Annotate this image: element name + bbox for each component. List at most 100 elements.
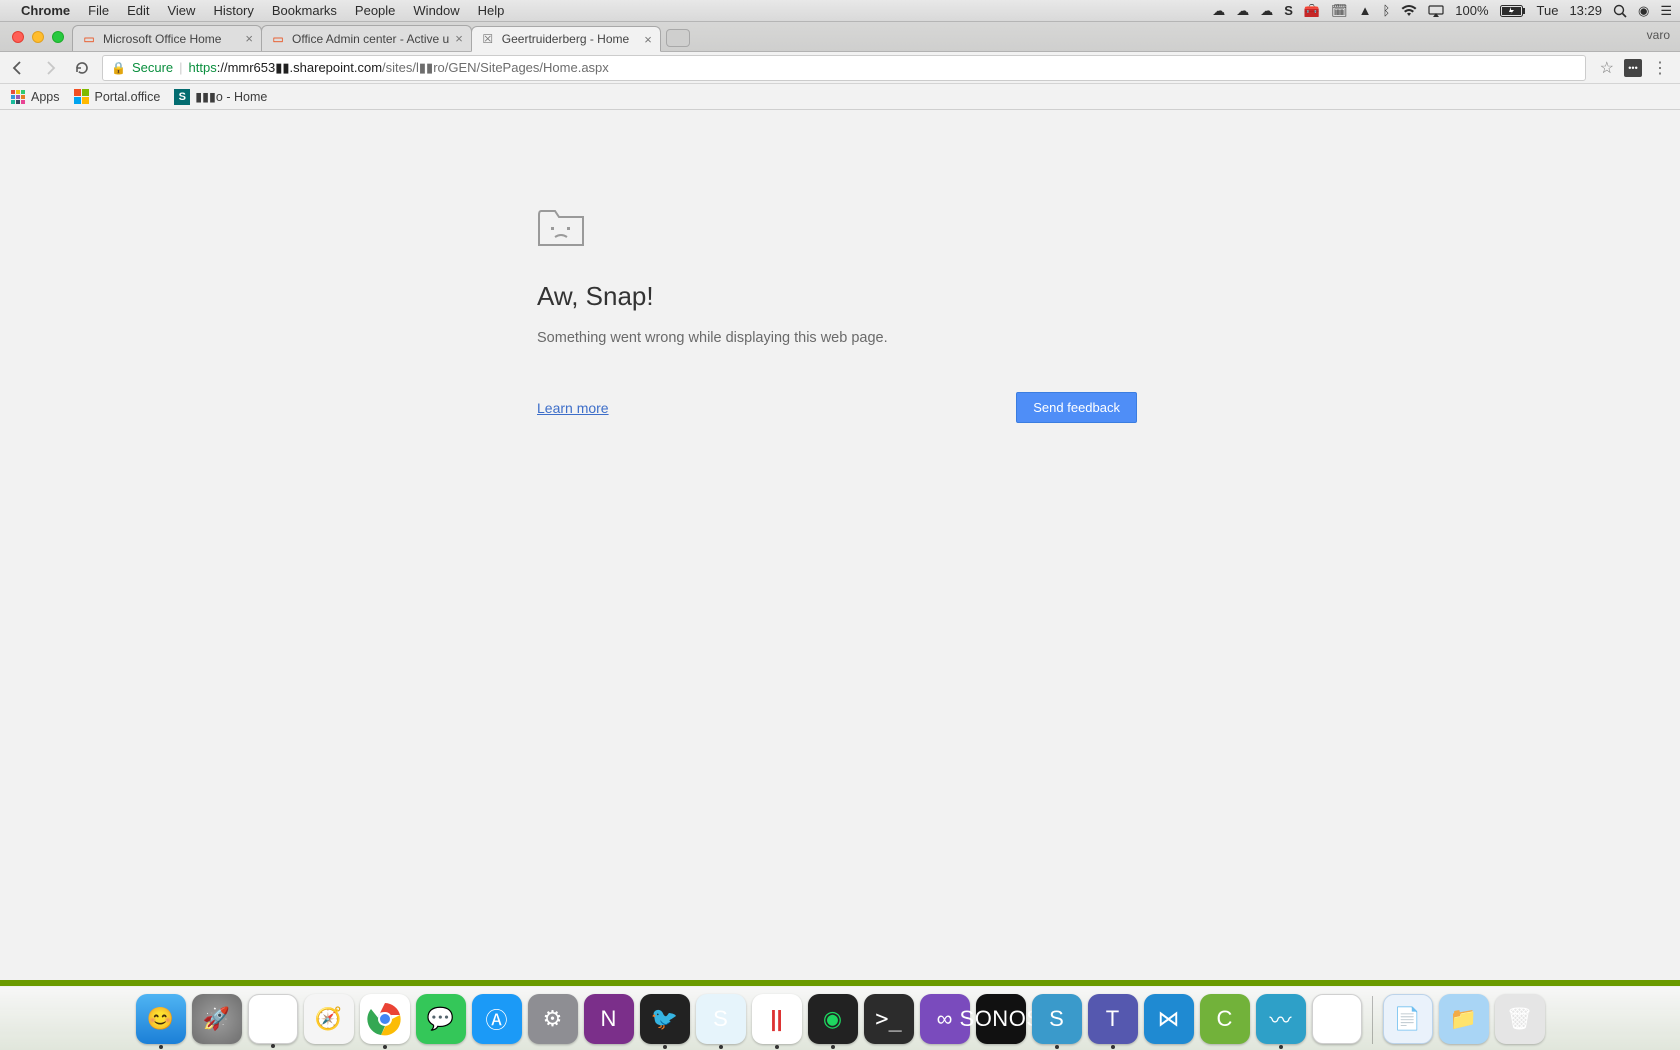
window-close[interactable] bbox=[12, 31, 24, 43]
extension-icon[interactable]: ••• bbox=[1624, 59, 1642, 77]
tab-geertruiderberg[interactable]: ☒ Geertruiderberg - Home × bbox=[471, 26, 661, 52]
chrome-profile-label[interactable]: varo bbox=[1647, 28, 1670, 42]
dock-chrome[interactable] bbox=[360, 994, 410, 1044]
dock-trash[interactable]: 🗑 bbox=[1495, 994, 1545, 1044]
window-minimize[interactable] bbox=[32, 31, 44, 43]
window-controls bbox=[8, 31, 72, 51]
dock-outlook[interactable]: O✉ bbox=[248, 994, 298, 1044]
sad-folder-icon bbox=[537, 205, 585, 245]
tab-close-icon[interactable]: × bbox=[245, 31, 253, 46]
dock-camtasia[interactable]: C bbox=[1200, 994, 1250, 1044]
apps-shortcut[interactable]: Apps bbox=[10, 89, 60, 105]
tab-title: Office Admin center - Active u bbox=[292, 32, 449, 46]
send-feedback-button[interactable]: Send feedback bbox=[1016, 392, 1137, 423]
menu-people[interactable]: People bbox=[346, 3, 404, 18]
wifi-icon[interactable] bbox=[1401, 5, 1417, 17]
menu-help[interactable]: Help bbox=[469, 3, 514, 18]
dock-appstore[interactable]: Ⓐ bbox=[472, 994, 522, 1044]
dock-onenote[interactable]: N bbox=[584, 994, 634, 1044]
status-s-icon[interactable]: S bbox=[1284, 3, 1293, 18]
tab-title: Geertruiderberg - Home bbox=[502, 32, 638, 46]
chrome-menu-icon[interactable]: ⋮ bbox=[1652, 58, 1668, 78]
back-button[interactable] bbox=[6, 56, 30, 80]
bookmarks-bar: Apps Portal.office S ▮▮▮o - Home bbox=[0, 84, 1680, 110]
tab-office-home[interactable]: ▭ Microsoft Office Home × bbox=[72, 25, 262, 51]
address-bar[interactable]: 🔒 Secure | https://mmr653▮▮.sharepoint.c… bbox=[102, 55, 1586, 81]
dock-powerpoint[interactable]: P bbox=[1312, 994, 1362, 1044]
app-menu[interactable]: Chrome bbox=[12, 3, 79, 18]
menubar-clock[interactable]: 13:29 bbox=[1569, 3, 1602, 18]
menu-edit[interactable]: Edit bbox=[118, 3, 158, 18]
menu-file[interactable]: File bbox=[79, 3, 118, 18]
siri-icon[interactable]: ◉ bbox=[1638, 3, 1649, 19]
tab-admin-center[interactable]: ▭ Office Admin center - Active u × bbox=[261, 25, 472, 51]
office-favicon-icon: ▭ bbox=[81, 31, 97, 47]
chrome-toolbar: 🔒 Secure | https://mmr653▮▮.sharepoint.c… bbox=[0, 52, 1680, 84]
learn-more-link[interactable]: Learn more bbox=[537, 400, 609, 416]
aw-snap-panel: Aw, Snap! Something went wrong while dis… bbox=[537, 205, 1137, 423]
new-tab-button[interactable] bbox=[666, 29, 690, 47]
battery-icon[interactable] bbox=[1500, 5, 1526, 17]
calendar-icon[interactable]: 🗓 bbox=[1331, 3, 1348, 19]
url-text: https://mmr653▮▮.sharepoint.com/sites/l▮… bbox=[189, 60, 609, 76]
dock-teams[interactable]: T bbox=[1088, 994, 1138, 1044]
dock-vscode[interactable]: ⋈ bbox=[1144, 994, 1194, 1044]
reload-button[interactable] bbox=[70, 56, 94, 80]
airplay-icon[interactable] bbox=[1428, 5, 1444, 17]
lock-icon: 🔒 bbox=[111, 61, 126, 75]
apps-grid-icon bbox=[10, 89, 26, 105]
menubar-day: Tue bbox=[1537, 3, 1559, 18]
error-message: Something went wrong while displaying th… bbox=[537, 330, 1137, 346]
dock-app-moustache[interactable]: 〰 bbox=[1256, 994, 1306, 1044]
menu-history[interactable]: History bbox=[204, 3, 262, 18]
dock-skype[interactable]: S bbox=[696, 994, 746, 1044]
forward-button bbox=[38, 56, 62, 80]
bookmark-portal-office[interactable]: Portal.office bbox=[74, 89, 161, 105]
dock-divider bbox=[1372, 996, 1373, 1044]
dock-system-preferences[interactable]: ⚙︎ bbox=[528, 994, 578, 1044]
battery-percent: 100% bbox=[1455, 3, 1488, 18]
separator: | bbox=[179, 60, 182, 75]
tab-title: Microsoft Office Home bbox=[103, 32, 239, 46]
dock-downloads-folder[interactable]: 📁 bbox=[1439, 994, 1489, 1044]
dock-safari[interactable]: 🧭 bbox=[304, 994, 354, 1044]
cloud-icon-2[interactable]: ☁︎ bbox=[1236, 3, 1249, 19]
dock-terminal[interactable]: >_ bbox=[864, 994, 914, 1044]
chrome-tabstrip: ▭ Microsoft Office Home × ▭ Office Admin… bbox=[0, 22, 1680, 52]
bookmark-label: ▮▮▮o - Home bbox=[195, 89, 267, 104]
menu-window[interactable]: Window bbox=[404, 3, 468, 18]
dock-parallels[interactable]: || bbox=[752, 994, 802, 1044]
dock-launchpad[interactable]: 🚀 bbox=[192, 994, 242, 1044]
sharepoint-icon: S bbox=[174, 89, 190, 105]
dock-messages[interactable]: 💬 bbox=[416, 994, 466, 1044]
secure-label: Secure bbox=[132, 60, 173, 75]
triangle-icon[interactable]: ▲ bbox=[1359, 3, 1372, 18]
dock-snagit[interactable]: S bbox=[1032, 994, 1082, 1044]
tab-close-icon[interactable]: × bbox=[644, 32, 652, 47]
office-favicon-icon: ▭ bbox=[270, 31, 286, 47]
apps-label: Apps bbox=[31, 90, 60, 104]
tab-close-icon[interactable]: × bbox=[455, 31, 463, 46]
bookmark-sharepoint-home[interactable]: S ▮▮▮o - Home bbox=[174, 89, 267, 105]
bookmark-star-icon[interactable]: ☆ bbox=[1600, 58, 1614, 78]
microsoft-logo-icon bbox=[74, 89, 90, 105]
dock-twitter[interactable]: 🐦 bbox=[640, 994, 690, 1044]
dock-recent-doc[interactable]: 📄 bbox=[1383, 994, 1433, 1044]
dock-finder[interactable]: 😊 bbox=[136, 994, 186, 1044]
cloud-icon-3[interactable]: ☁︎ bbox=[1260, 3, 1273, 19]
dock-sonos[interactable]: SONOS bbox=[976, 994, 1026, 1044]
sad-page-favicon-icon: ☒ bbox=[480, 31, 496, 47]
macos-dock: 😊 🚀 O✉ 🧭 💬 Ⓐ ⚙︎ N 🐦 S || ◉ >_ ∞ SONOS S … bbox=[0, 986, 1680, 1050]
spotlight-icon[interactable] bbox=[1613, 4, 1627, 18]
cloud-icon[interactable]: ☁︎ bbox=[1212, 3, 1225, 19]
menu-bookmarks[interactable]: Bookmarks bbox=[263, 3, 346, 18]
toolbox-icon[interactable]: 🧰 bbox=[1304, 3, 1320, 19]
page-content: Aw, Snap! Something went wrong while dis… bbox=[0, 110, 1680, 1050]
error-title: Aw, Snap! bbox=[537, 281, 1137, 312]
window-zoom[interactable] bbox=[52, 31, 64, 43]
dock-spotify[interactable]: ◉ bbox=[808, 994, 858, 1044]
bluetooth-icon[interactable]: ᛒ bbox=[1382, 3, 1390, 18]
macos-menubar: Chrome File Edit View History Bookmarks … bbox=[0, 0, 1680, 22]
notification-center-icon[interactable]: ☰ bbox=[1660, 3, 1672, 19]
menu-view[interactable]: View bbox=[158, 3, 204, 18]
